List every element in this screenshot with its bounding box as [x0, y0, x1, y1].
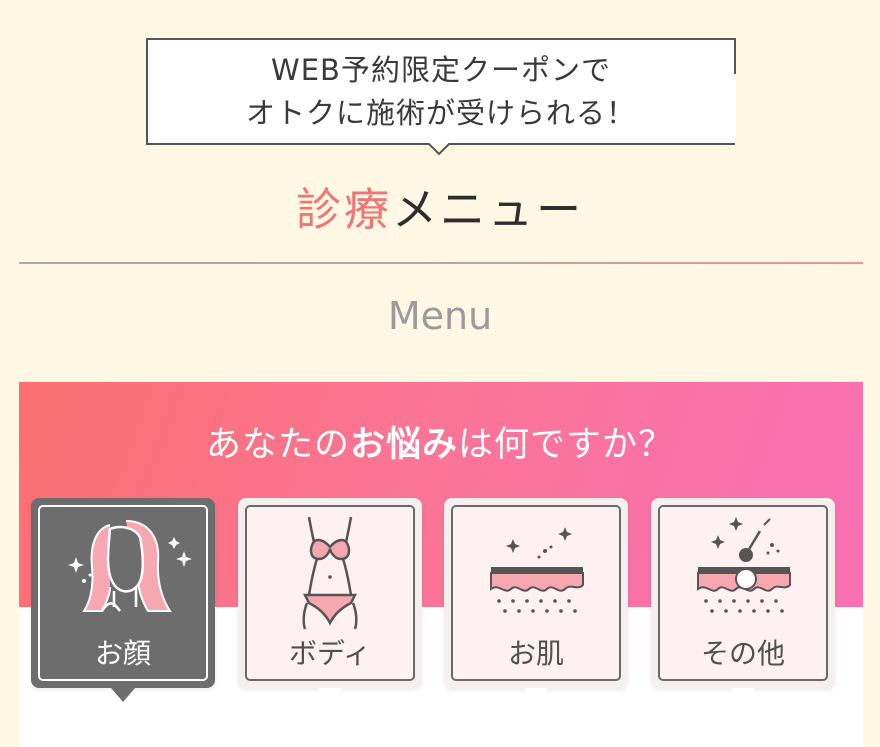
concern-question: あなたのお悩みは何ですか？: [0, 420, 880, 470]
tab-body[interactable]: ボディ: [238, 498, 422, 702]
tab-skin-label: お肌: [507, 637, 564, 670]
page-title-accent: 診療: [295, 183, 392, 236]
question-before: あなたの: [205, 425, 350, 465]
hair-removal-icon: [697, 517, 791, 613]
coupon-line-1: WEB予約限定クーポンで: [271, 53, 611, 87]
tab-body-frame: ボディ: [245, 505, 415, 681]
tab-body-pointer: [318, 688, 342, 702]
tab-face[interactable]: お顔: [31, 498, 215, 702]
coupon-line-2: オトクに施術が受けられる！: [245, 96, 636, 130]
tab-face-frame: お顔: [38, 505, 208, 681]
tab-skin[interactable]: お肌: [444, 498, 628, 702]
tab-face-pointer: [111, 688, 135, 702]
page-subtitle: Menu: [387, 294, 493, 338]
coupon-balloon: WEB予約限定クーポンで オトクに施術が受けられる！: [146, 38, 736, 156]
tab-face-label: お顔: [94, 637, 151, 670]
skin-icon: [490, 527, 584, 613]
face-icon: [68, 520, 192, 612]
tab-skin-frame: お肌: [451, 505, 621, 681]
body-icon: [302, 516, 358, 630]
tab-body-label: ボディ: [288, 637, 372, 670]
question-after: は何ですか？: [458, 425, 675, 465]
question-bold: お悩み: [349, 425, 458, 465]
title-divider: [19, 262, 863, 264]
tab-other-pointer: [731, 688, 755, 702]
tab-other[interactable]: その他: [651, 498, 835, 702]
tab-skin-pointer: [524, 688, 548, 702]
page-title: 診療メニュー: [0, 180, 880, 240]
page-title-rest: メニュー: [392, 183, 585, 236]
tab-other-label: その他: [700, 637, 785, 670]
tab-other-frame: その他: [658, 505, 828, 681]
